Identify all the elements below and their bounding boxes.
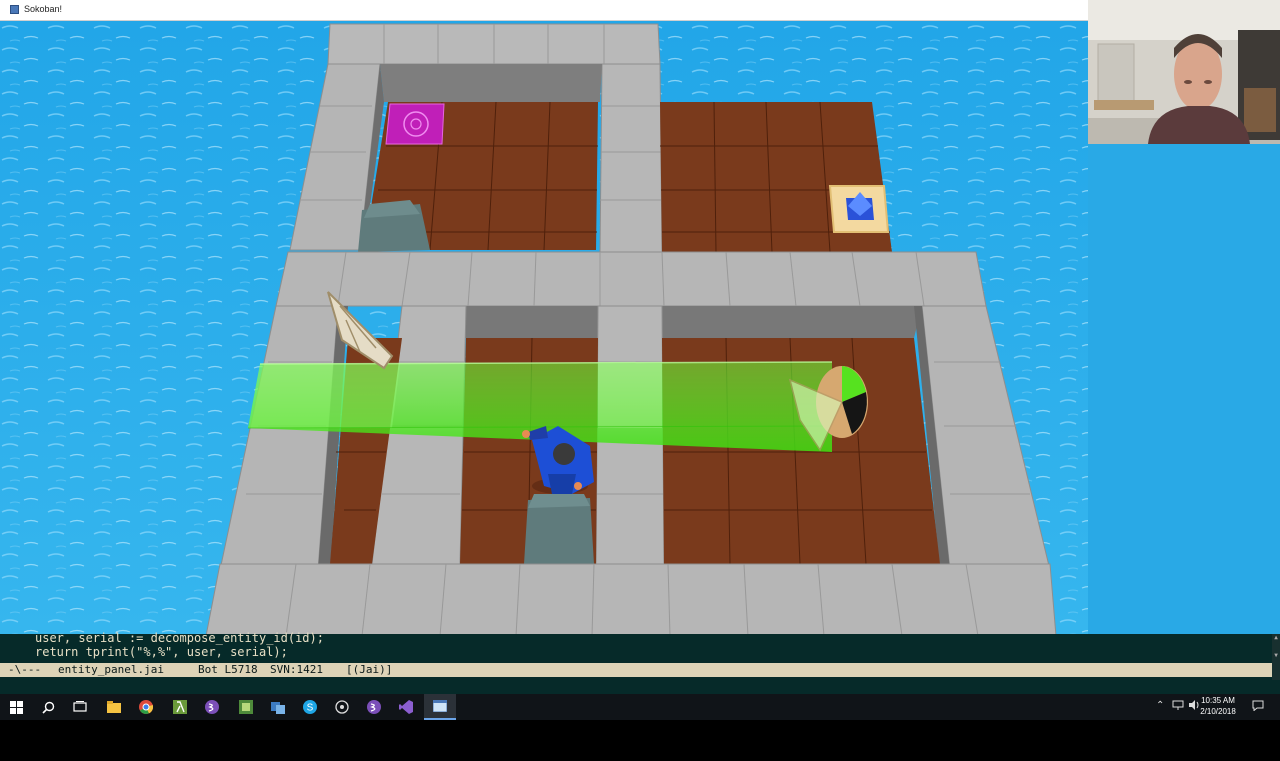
chrome-icon[interactable] <box>130 694 162 720</box>
upper-left-room <box>289 23 663 253</box>
action-center-icon[interactable] <box>1252 700 1264 714</box>
file-explorer-icon[interactable] <box>98 694 130 720</box>
code-line[interactable]: return tprint("%,%", user, serial); <box>35 645 288 659</box>
skype-icon[interactable]: S <box>294 694 326 720</box>
search-icon[interactable] <box>32 694 64 720</box>
desktop-background <box>1088 144 1280 636</box>
emacs-icon-2[interactable] <box>358 694 390 720</box>
window-titlebar[interactable]: Sokoban! <box>0 0 1088 21</box>
window-app-icon <box>10 5 19 14</box>
goal-pad-magenta <box>385 103 445 145</box>
visual-studio-icon[interactable] <box>390 694 422 720</box>
task-view-icon[interactable] <box>64 694 96 720</box>
stone-block-lower <box>524 498 594 564</box>
emacs-editor-pane[interactable]: user, serial := decompose_entity_id(id);… <box>0 631 1280 680</box>
svg-text:S: S <box>307 703 314 714</box>
modeline-mode: [(Jai)] <box>346 663 393 676</box>
scroll-up-arrow-icon[interactable]: ▲ <box>1272 634 1280 642</box>
scroll-down-arrow-icon[interactable]: ▼ <box>1272 652 1280 660</box>
modeline-buffer-name: entity_panel.jai <box>58 663 164 676</box>
webcam-feed <box>1088 0 1280 144</box>
windows-start-icon[interactable] <box>0 694 32 720</box>
upper-right-room <box>660 101 892 253</box>
modeline-vc: SVN:1421 <box>270 663 323 676</box>
game-window-icon[interactable] <box>424 694 456 720</box>
app-icon-2[interactable] <box>262 694 294 720</box>
settings-icon[interactable] <box>326 694 358 720</box>
code-line[interactable]: user, serial := decompose_entity_id(id); <box>35 631 324 645</box>
sokoban-scene <box>0 20 1088 636</box>
editor-modeline: -\--- entity_panel.jai Bot L5718 SVN:142… <box>0 663 1272 677</box>
tray-network-icon[interactable] <box>1172 700 1184 713</box>
taskbar-clock[interactable]: 10:35 AM 2/10/2018 <box>1196 695 1240 717</box>
app-icon-1[interactable] <box>230 694 262 720</box>
lambda-icon[interactable] <box>164 694 196 720</box>
modeline-status: -\--- <box>8 663 42 676</box>
game-viewport[interactable] <box>0 20 1088 636</box>
bottom-wall-row <box>205 563 1057 636</box>
window-title: Sokoban! <box>24 4 63 14</box>
tray-chevron-up-icon[interactable]: ⌃ <box>1156 700 1164 711</box>
clock-date: 2/10/2018 <box>1200 707 1236 716</box>
game-window[interactable]: Sokoban! <box>0 0 1088 636</box>
clock-time: 10:35 AM <box>1201 696 1235 705</box>
editor-scrollbar[interactable]: ▲ ▼ <box>1272 634 1280 680</box>
emacs-icon[interactable] <box>196 694 228 720</box>
editor-minibuffer[interactable] <box>0 680 1280 694</box>
modeline-position: Bot L5718 <box>198 663 258 676</box>
webcam-overlay <box>1088 0 1280 144</box>
windows-taskbar: S ⌃ 10:35 AM 2/10/2018 <box>0 694 1280 720</box>
